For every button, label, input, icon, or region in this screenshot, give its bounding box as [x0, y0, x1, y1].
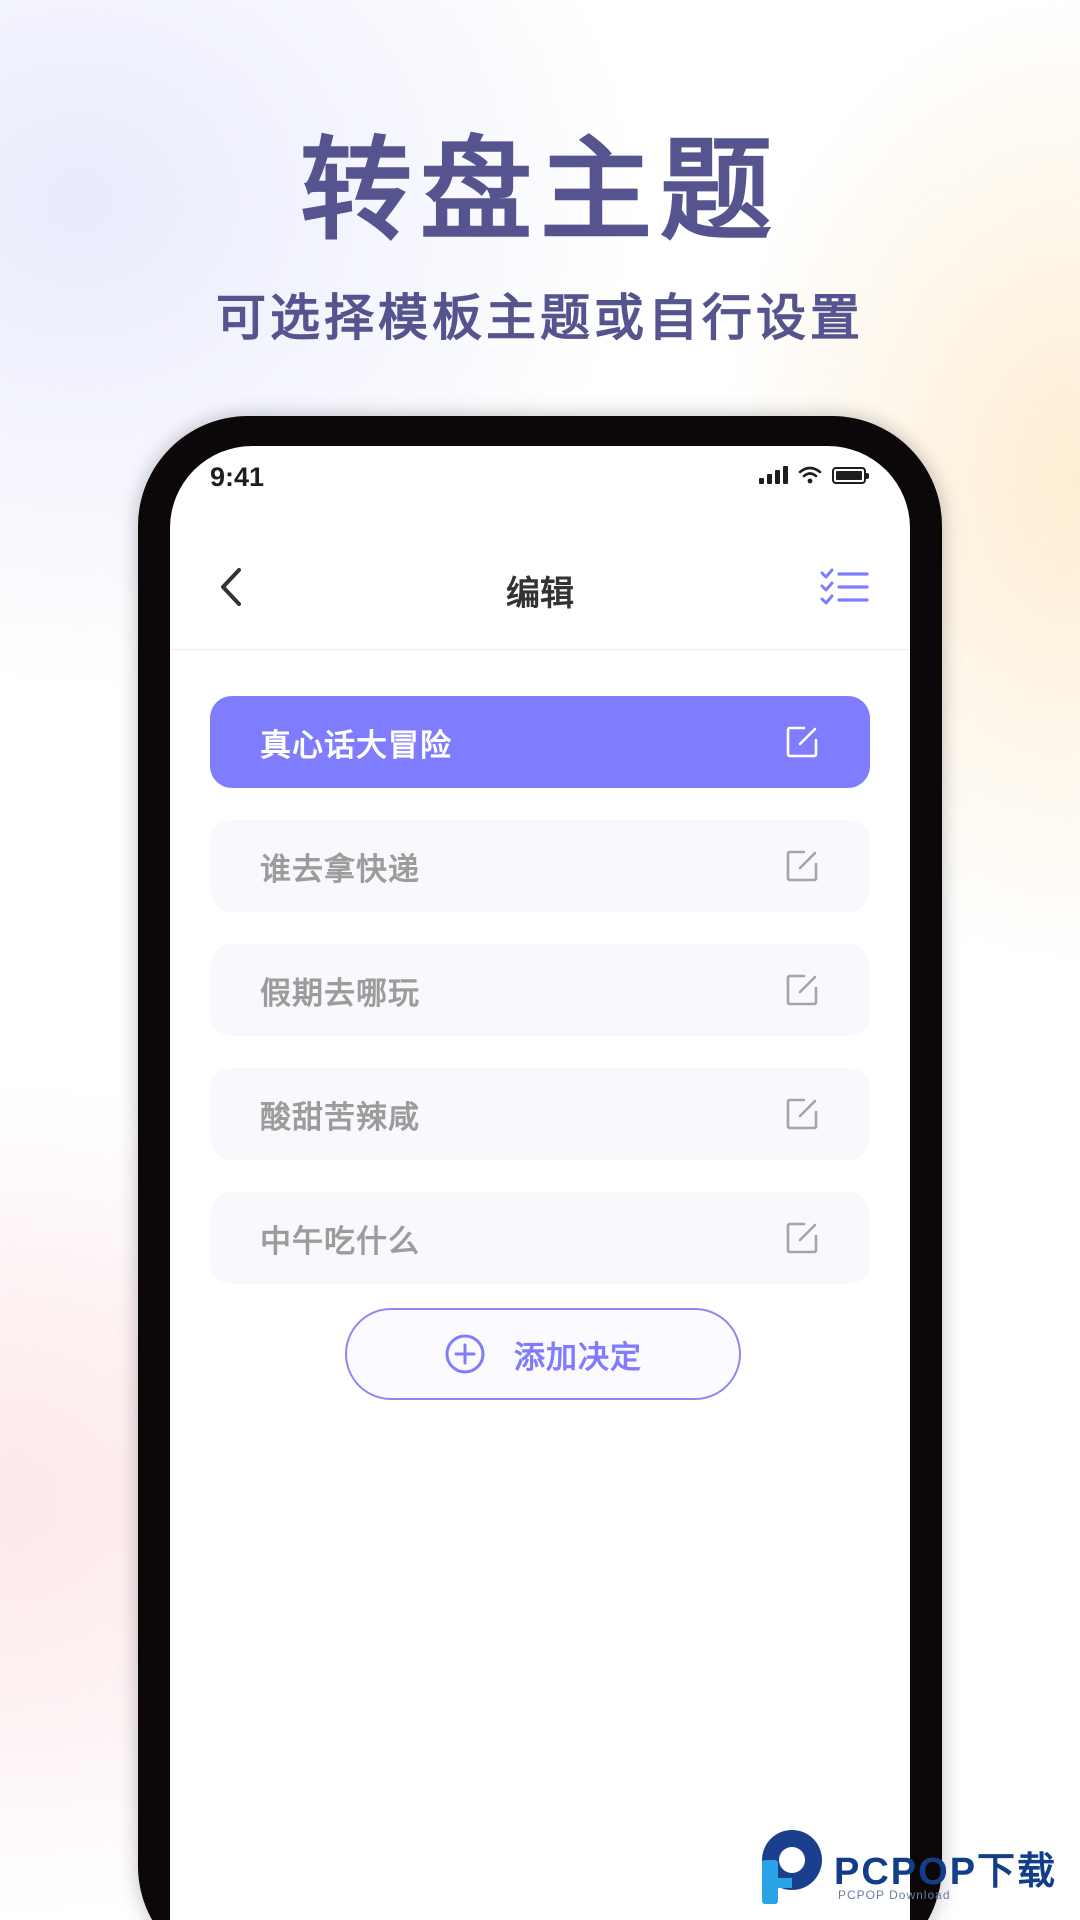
edit-button[interactable]	[782, 1094, 822, 1134]
theme-list: 真心话大冒险 谁去拿快递 假期去哪玩 酸甜苦辣咸 中午吃什么	[210, 650, 870, 1284]
edit-icon	[786, 850, 818, 882]
add-decision-label: 添加决定	[514, 1339, 642, 1376]
edit-icon	[786, 1222, 818, 1254]
edit-button[interactable]	[782, 1218, 822, 1258]
watermark: PCPOP下载 PCPOP Download	[754, 1826, 1080, 1920]
page-title: 编辑	[506, 574, 574, 614]
theme-list-button[interactable]	[818, 562, 872, 612]
theme-item-five-flavors[interactable]: 酸甜苦辣咸	[210, 1068, 870, 1160]
edit-icon	[786, 1098, 818, 1130]
edit-icon	[786, 974, 818, 1006]
watermark-brand: PCPOP下载	[834, 1851, 1058, 1893]
pcpop-logo-icon	[762, 1830, 822, 1904]
status-bar: 9:41	[170, 446, 910, 526]
status-icons	[759, 466, 869, 484]
edit-button[interactable]	[782, 970, 822, 1010]
edit-button[interactable]	[782, 846, 822, 886]
theme-item-holiday-trip[interactable]: 假期去哪玩	[210, 944, 870, 1036]
promo-subtitle: 可选择模板主题或自行设置	[216, 288, 864, 347]
theme-item-label: 真心话大冒险	[260, 727, 452, 764]
edit-icon	[786, 726, 818, 758]
signal-icon	[759, 466, 788, 484]
phone-screen: 9:41 编辑 真心话大冒险 谁去拿快递 假期去哪玩 酸甜苦辣咸 中午吃什么 添…	[170, 446, 910, 1920]
status-time: 9:41	[210, 462, 265, 492]
add-decision-button[interactable]: 添加决定	[345, 1308, 741, 1400]
theme-item-label: 假期去哪玩	[260, 975, 420, 1012]
theme-item-lunch[interactable]: 中午吃什么	[210, 1192, 870, 1284]
theme-item-label: 酸甜苦辣咸	[260, 1099, 420, 1136]
battery-icon	[832, 466, 869, 484]
theme-item-truth-or-dare[interactable]: 真心话大冒险	[210, 696, 870, 788]
theme-item-pickup-delivery[interactable]: 谁去拿快递	[210, 820, 870, 912]
theme-item-label: 谁去拿快递	[260, 851, 420, 888]
theme-item-label: 中午吃什么	[260, 1223, 420, 1260]
edit-button[interactable]	[782, 722, 822, 762]
wifi-icon	[798, 466, 822, 484]
nav-bar: 编辑	[170, 526, 910, 650]
watermark-sub: PCPOP Download	[838, 1888, 951, 1902]
promo-title: 转盘主题	[300, 125, 780, 256]
plus-circle-icon	[445, 1334, 485, 1374]
checklist-icon	[820, 568, 869, 605]
